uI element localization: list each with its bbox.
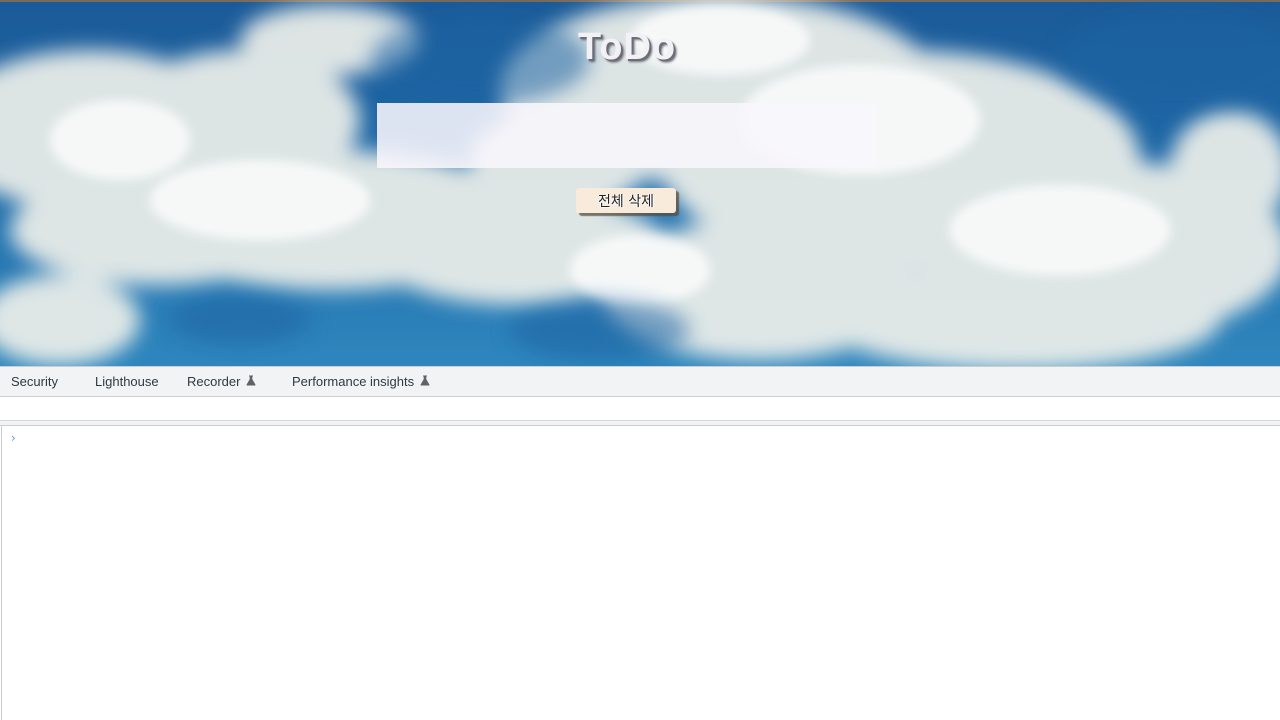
chevron-right-icon: › — [11, 431, 16, 445]
tab-label: Performance insights — [292, 374, 415, 389]
console-panel: › — [1, 426, 1280, 720]
devtools-toolbar — [0, 397, 1280, 421]
clear-all-button[interactable]: 전체 삭제 — [576, 188, 676, 213]
page-title: ToDo — [577, 26, 677, 68]
todo-input[interactable] — [377, 103, 877, 168]
tab-label: Recorder — [187, 374, 241, 389]
tab-recorder[interactable]: Recorder — [187, 367, 256, 396]
tab-label: Lighthouse — [95, 374, 159, 389]
todo-app: ToDo 전체 삭제 — [0, 0, 1280, 366]
flask-icon — [246, 367, 256, 396]
console-input[interactable] — [26, 428, 1270, 450]
tab-performance-insights[interactable]: Performance insights — [292, 367, 430, 396]
tab-lighthouse[interactable]: Lighthouse — [95, 367, 159, 396]
devtools-tab-bar: Security Lighthouse Recorder Performance… — [0, 366, 1280, 397]
tab-label: Security — [11, 374, 58, 389]
tab-security[interactable]: Security — [11, 367, 58, 396]
flask-icon — [420, 367, 430, 396]
